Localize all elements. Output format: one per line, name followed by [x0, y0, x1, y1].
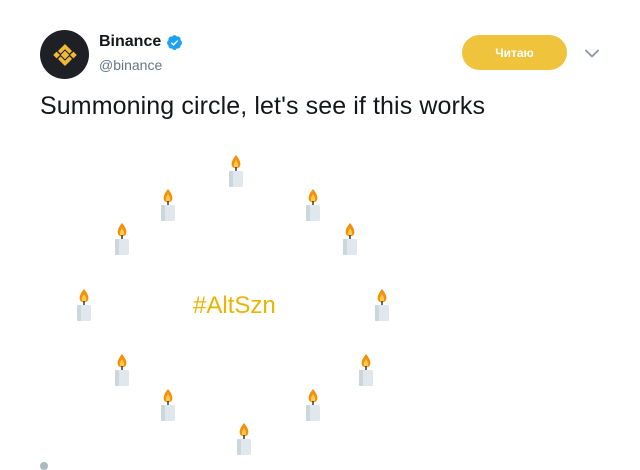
chevron-down-icon[interactable]	[582, 44, 602, 62]
candle-icon	[74, 288, 94, 322]
verified-badge-icon	[166, 34, 183, 51]
bottom-indicator	[40, 462, 48, 470]
candle-icon	[303, 388, 323, 422]
follow-button[interactable]: Читаю	[462, 35, 567, 70]
candle-icon	[226, 154, 246, 188]
candle-icon	[303, 188, 323, 222]
candle-icon	[158, 388, 178, 422]
candle-icon	[158, 188, 178, 222]
candle-icon	[112, 353, 132, 387]
candle-icon	[372, 288, 392, 322]
candle-icon	[112, 222, 132, 256]
candle-icon	[340, 222, 360, 256]
hashtag-link[interactable]: #AltSzn	[193, 292, 276, 320]
author-name[interactable]: Binance	[99, 33, 161, 51]
tweet-text: Summoning circle, let's see if this work…	[40, 92, 486, 120]
author-name-row: Binance	[99, 33, 183, 51]
avatar[interactable]	[40, 30, 89, 79]
candle-icon	[234, 422, 254, 456]
binance-logo-icon	[52, 43, 77, 66]
candle-icon	[356, 353, 376, 387]
tweet-card: Binance @binance Читаю Summoning circle,…	[0, 0, 640, 470]
author-handle[interactable]: @binance	[99, 57, 162, 73]
